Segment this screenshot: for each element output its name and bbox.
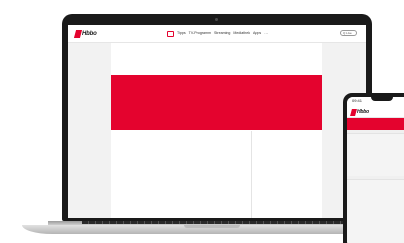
keyboard	[82, 221, 352, 224]
phone-content-card[interactable]	[347, 133, 404, 176]
main-nav: Tipps TV-Programm Streaming Mediathek Ap…	[167, 30, 268, 37]
column-divider	[251, 131, 252, 218]
nav-item-tipps[interactable]: Tipps	[177, 30, 186, 37]
phone-screen: 09:41 Hbbo	[347, 97, 404, 243]
status-time: 09:41	[352, 98, 363, 103]
logo-mark	[73, 29, 83, 38]
phone-content-card[interactable]	[347, 179, 404, 243]
phone-hero-banner[interactable]	[347, 118, 404, 130]
phone-site-logo[interactable]: Hbbo	[350, 108, 369, 117]
logo-text: Hbbo	[82, 30, 97, 37]
phone-site-header: Hbbo	[347, 105, 404, 118]
laptop-bezel: Hbbo Tipps TV-Programm Streaming Mediath…	[62, 14, 372, 221]
nav-more-button[interactable]: ···	[264, 30, 268, 37]
device-mockup-scene: Hbbo Tipps TV-Programm Streaming Mediath…	[0, 0, 404, 243]
phone-status-bar: 09:41	[347, 97, 404, 105]
tv-icon[interactable]	[167, 30, 174, 37]
laptop-opening-notch	[184, 225, 240, 228]
page-content	[111, 43, 322, 218]
phone-notch	[371, 97, 393, 101]
nav-item-apps[interactable]: Apps	[253, 30, 261, 37]
logo-text: Hbbo	[357, 109, 369, 115]
site-logo[interactable]: Hbbo	[73, 29, 97, 38]
camera-icon	[215, 18, 218, 21]
search-label: Q Live	[343, 30, 352, 35]
nav-item-tv-programm[interactable]: TV-Programm	[189, 30, 211, 37]
phone-frame: 09:41 Hbbo	[343, 93, 404, 243]
hero-banner[interactable]	[111, 75, 322, 130]
nav-item-streaming[interactable]: Streaming	[214, 30, 230, 37]
logo-mark	[350, 109, 357, 116]
search-button[interactable]: Q Live	[340, 30, 357, 36]
site-header: Hbbo Tipps TV-Programm Streaming Mediath…	[68, 25, 366, 43]
laptop-screen: Hbbo Tipps TV-Programm Streaming Mediath…	[68, 25, 366, 218]
nav-item-mediathek[interactable]: Mediathek	[233, 30, 250, 37]
